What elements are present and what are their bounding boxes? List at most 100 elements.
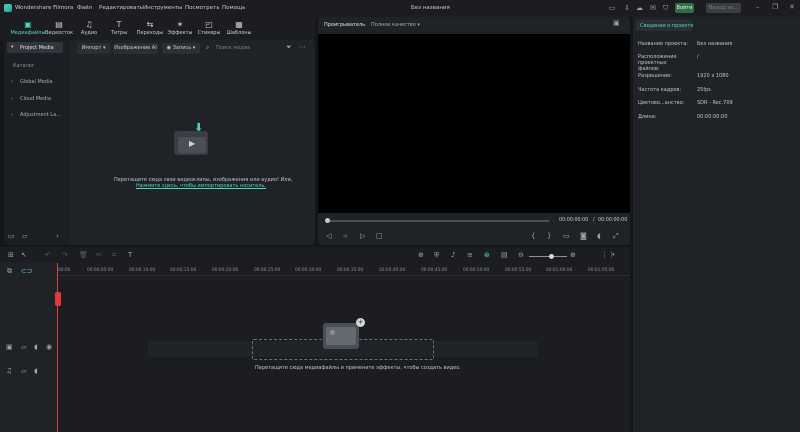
- quality-select[interactable]: Полное качество ▾: [371, 22, 420, 28]
- collapse-panel-icon[interactable]: ‹: [56, 233, 59, 240]
- chevron-right-icon: ›: [11, 112, 13, 118]
- time-separator: /: [593, 218, 595, 223]
- minimize-icon[interactable]: –: [756, 4, 760, 11]
- tab-stickers[interactable]: ◰ Стикеры: [195, 17, 223, 40]
- fullscreen-icon[interactable]: ⤢: [613, 233, 619, 240]
- step-back-icon[interactable]: ◁: [326, 233, 331, 240]
- sidebar-item-project-media[interactable]: ▾ Project Media: [7, 42, 63, 53]
- redo-icon[interactable]: ↷: [62, 252, 68, 259]
- audio-mix-icon[interactable]: ≡: [467, 252, 473, 259]
- split-icon[interactable]: ✂: [96, 252, 102, 259]
- record-icon: ◉: [166, 45, 172, 51]
- playhead-handle[interactable]: [55, 292, 61, 306]
- play-icon[interactable]: ▷: [360, 233, 365, 240]
- new-folder-icon[interactable]: ▭: [8, 233, 15, 240]
- playback-slider[interactable]: [325, 218, 549, 223]
- add-track-icon[interactable]: ⧉: [7, 268, 12, 275]
- filter-icon[interactable]: ⏷: [286, 44, 292, 51]
- volume-icon[interactable]: ◖: [597, 233, 601, 240]
- playhead[interactable]: [57, 263, 58, 432]
- login-button[interactable]: Войти: [675, 3, 694, 13]
- mark-out-icon[interactable]: }: [547, 233, 551, 240]
- display-icon[interactable]: ▭: [563, 233, 570, 240]
- cart-icon[interactable]: ⛉: [663, 5, 668, 12]
- zoom-slider[interactable]: [529, 254, 567, 259]
- menu-help[interactable]: Помощь: [222, 5, 245, 11]
- menu-file[interactable]: Файл: [77, 5, 92, 11]
- volume-icon[interactable]: ◖: [34, 344, 38, 351]
- sticker-icon: ◰: [205, 20, 213, 29]
- sidebar-item-cloud-media[interactable]: Cloud Media: [20, 96, 51, 102]
- tab-player[interactable]: Проигрыватель: [324, 22, 365, 28]
- volume-icon[interactable]: ◖: [34, 368, 38, 375]
- music-note-icon: ♫: [85, 20, 93, 29]
- snapshot-icon[interactable]: ▣: [613, 20, 620, 27]
- info-value-framerate: 25fps: [697, 87, 711, 93]
- chevron-down-icon[interactable]: ▾: [612, 252, 615, 259]
- grid-icon[interactable]: ⊞: [8, 252, 14, 259]
- snap-icon[interactable]: ⊛: [484, 252, 490, 259]
- current-time: 00:00:00:00: [559, 218, 589, 223]
- ruler-tick: 00:01:00:00: [546, 268, 573, 273]
- maximize-icon[interactable]: ❐: [772, 4, 778, 11]
- record-button[interactable]: ◉ Запись ▾: [162, 43, 200, 54]
- shield-icon[interactable]: ⛨: [434, 252, 439, 259]
- camera-icon[interactable]: ◙: [580, 233, 587, 240]
- project-info-tab[interactable]: Сведения о проекте: [636, 20, 693, 31]
- ai-tool-icon[interactable]: ▤: [501, 252, 508, 259]
- tab-media[interactable]: ▣ Медиафайлы: [10, 17, 46, 40]
- play-back-icon[interactable]: ◃: [343, 233, 347, 240]
- crop-icon[interactable]: ⌗: [112, 252, 116, 259]
- eye-icon[interactable]: ◉: [46, 344, 52, 351]
- tab-transitions[interactable]: ⇆ Переходы: [136, 17, 164, 40]
- project-info-panel: [633, 17, 800, 432]
- info-key-length: Длина:: [638, 114, 657, 120]
- ruler-tick: 00:00:55:00: [505, 268, 532, 273]
- zoom-in-icon[interactable]: ⊕: [570, 252, 576, 259]
- delete-icon[interactable]: 🗑: [79, 252, 88, 259]
- info-key-resolution: Разрешение:: [638, 73, 672, 79]
- screen-icon[interactable]: ▭: [609, 5, 616, 12]
- menu-tools[interactable]: Инструменты: [143, 5, 182, 11]
- templates-icon: ▦: [235, 20, 243, 29]
- playhead-knob[interactable]: [325, 218, 330, 223]
- import-button[interactable]: Импорт ▾: [77, 43, 110, 54]
- zoom-out-icon[interactable]: ⊖: [518, 252, 524, 259]
- folder-icon[interactable]: ▱: [22, 233, 27, 240]
- search-input[interactable]: Поиск медиа: [216, 45, 250, 51]
- select-tool-icon[interactable]: ↖: [21, 252, 27, 259]
- sidebar-item-catalog[interactable]: Каталог: [13, 63, 34, 69]
- undo-icon[interactable]: ↶: [45, 252, 51, 259]
- stock-video-icon: ▤: [55, 20, 63, 29]
- info-value-resolution: 1920 x 1080: [697, 73, 729, 79]
- link-icon[interactable]: ⊂⊃: [21, 268, 33, 275]
- tab-stock-video[interactable]: ▤ Видеосток: [45, 17, 73, 40]
- download-icon[interactable]: ⇩: [624, 5, 630, 12]
- gift-icon[interactable]: ✉: [650, 5, 656, 12]
- close-icon[interactable]: ✕: [789, 4, 795, 11]
- mark-in-icon[interactable]: {: [531, 233, 535, 240]
- sidebar-item-adjustment-layer[interactable]: Adjustment La...: [20, 112, 61, 118]
- chevron-right-icon: ›: [11, 96, 13, 102]
- stop-icon[interactable]: □: [376, 233, 383, 240]
- tab-titles[interactable]: T Титры: [105, 17, 133, 40]
- ai-image-button[interactable]: Изображение AI: [113, 43, 158, 54]
- add-marker-icon[interactable]: ⊕: [418, 252, 424, 259]
- tab-audio[interactable]: ♫ Аудио: [75, 17, 103, 40]
- import-media-link[interactable]: Нажмите здесь, чтобы импортировать носит…: [136, 183, 266, 189]
- cloud-icon[interactable]: ☁: [636, 5, 643, 12]
- text-tool-icon[interactable]: T: [128, 252, 132, 259]
- tab-effects[interactable]: ✶ Эффекты: [166, 17, 194, 40]
- ruler-tick: 00:00:20:00: [212, 268, 239, 273]
- zoom-knob[interactable]: [549, 254, 554, 259]
- folder-icon[interactable]: ▱: [21, 344, 26, 351]
- menu-edit[interactable]: Редактировать: [99, 5, 143, 11]
- folder-icon[interactable]: ▱: [21, 368, 26, 375]
- ruler-tick: 00:00:25:00: [254, 268, 281, 273]
- sidebar-item-global-media[interactable]: Global Media: [20, 79, 53, 85]
- tab-templates[interactable]: ▦ Шаблоны: [225, 17, 253, 40]
- menu-view[interactable]: Посмотреть: [185, 5, 220, 11]
- more-icon[interactable]: ⋯: [299, 44, 306, 51]
- mic-icon[interactable]: ♪: [451, 252, 455, 259]
- account-box[interactable]: Выход из...: [706, 3, 741, 13]
